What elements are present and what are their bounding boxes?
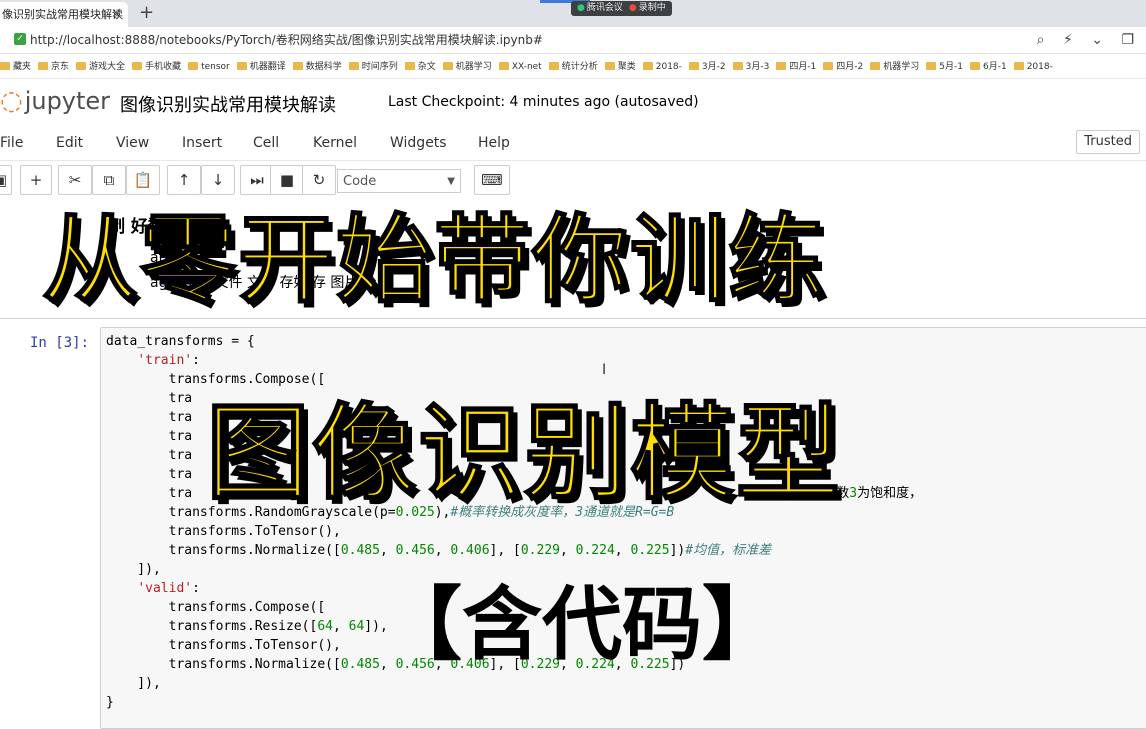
- bookmark-item[interactable]: 四月-2: [823, 55, 863, 78]
- meeting-status-icon: ●: [577, 3, 585, 13]
- save-icon[interactable]: ▣: [0, 165, 12, 195]
- folder-icon: [0, 62, 10, 70]
- url-text[interactable]: http://localhost:8888/notebooks/PyTorch/…: [30, 27, 543, 53]
- recording-icon: ●: [628, 3, 637, 13]
- trusted-indicator[interactable]: Trusted: [1076, 130, 1140, 154]
- bookmarks-bar: 藏夹 京东 游戏大全 手机收藏 tensor 机器翻译 数据科学 时间序列 杂文 机器学习 XX-n…: [0, 54, 1146, 79]
- folder-icon: [132, 62, 143, 70]
- folder-icon: [38, 62, 49, 70]
- folder-icon: [732, 62, 743, 70]
- new-tab-button[interactable]: +: [139, 0, 154, 26]
- menubar: File Edit View Insert Cell Kernel Widget…: [0, 128, 1146, 158]
- tab-title: 像识别实战常用模块解读: [2, 8, 123, 21]
- folder-icon: [823, 62, 834, 70]
- bookmark-item[interactable]: 杂文: [404, 55, 436, 78]
- code-line: data_transforms = {: [106, 334, 255, 349]
- browser-tab-bar: 像识别实战常用模块解读 ✕ + ● 腾讯会议 ● 录制中: [0, 0, 1146, 27]
- folder-icon: [642, 62, 653, 70]
- folder-icon: [604, 62, 615, 70]
- folder-icon: [442, 62, 453, 70]
- bookmark-item[interactable]: 统计分析: [548, 55, 598, 78]
- bookmark-item[interactable]: 藏夹: [0, 55, 31, 78]
- close-tab-icon[interactable]: ✕: [111, 2, 122, 27]
- site-security-icon[interactable]: ✓: [14, 33, 26, 45]
- menu-view[interactable]: View: [116, 128, 149, 158]
- zoom-icon[interactable]: ⌕: [1037, 32, 1045, 48]
- jupyter-logo[interactable]: ◌jupyter: [0, 86, 110, 116]
- code-line: transforms.Normalize([0.485, 0.456, 0.40…: [106, 543, 772, 558]
- bookmark-item[interactable]: 游戏大全: [76, 55, 125, 78]
- menu-file[interactable]: File: [0, 128, 23, 158]
- address-bar-actions: ⌕ ⚡ ⌄ ❐: [1023, 27, 1134, 53]
- code-line: transforms.Resize([64, 64]),: [106, 619, 388, 634]
- folder-icon: [76, 62, 87, 70]
- code-line: tra: [106, 429, 193, 444]
- menu-kernel[interactable]: Kernel: [313, 128, 357, 158]
- folder-icon: [1013, 62, 1024, 70]
- notebook-title[interactable]: 图像识别实战常用模块解读: [120, 91, 336, 117]
- bookmark-item[interactable]: 2018-: [642, 55, 682, 78]
- bookmark-item[interactable]: 2018-: [1013, 55, 1053, 78]
- code-line: tra: [106, 410, 193, 425]
- menu-insert[interactable]: Insert: [182, 128, 222, 158]
- folder-icon: [926, 62, 937, 70]
- folder-icon: [292, 62, 303, 70]
- bookmark-item[interactable]: 时间序列: [348, 55, 398, 78]
- bookmark-item[interactable]: 京东: [38, 55, 69, 78]
- code-line: tra: [106, 448, 193, 463]
- browser-tab[interactable]: 像识别实战常用模块解读 ✕: [0, 2, 128, 27]
- lightning-icon[interactable]: ⚡: [1063, 32, 1073, 48]
- code-line: 'train':: [137, 353, 200, 368]
- chevron-down-icon[interactable]: ⌄: [1091, 32, 1103, 48]
- bookmark-item[interactable]: 聚类: [604, 55, 636, 78]
- bookmark-item[interactable]: 手机收藏: [132, 55, 181, 78]
- code-line: tra: [106, 467, 193, 482]
- bookmark-item[interactable]: XX-net: [498, 55, 542, 78]
- bookmark-item[interactable]: 四月-1: [776, 55, 816, 78]
- jupyter-header: ◌jupyter 图像识别实战常用模块解读 Last Checkpoint: 4…: [0, 80, 1146, 128]
- code-line: ]),: [106, 676, 161, 691]
- meeting-indicator[interactable]: ● 腾讯会议 ● 录制中: [571, 1, 672, 16]
- code-line: 'valid':: [137, 581, 200, 596]
- address-bar[interactable]: ✓ http://localhost:8888/notebooks/PyTorc…: [0, 27, 1146, 54]
- menu-widgets[interactable]: Widgets: [390, 128, 447, 158]
- code-line: tra: [106, 391, 193, 406]
- bookmark-item[interactable]: 3月-3: [732, 55, 769, 78]
- folder-icon: [688, 62, 699, 70]
- folder-icon: [870, 62, 881, 70]
- bookmark-item[interactable]: 数据科学: [292, 55, 342, 78]
- menu-help[interactable]: Help: [478, 128, 510, 158]
- folder-icon: [970, 62, 980, 70]
- folder-icon: [776, 62, 787, 70]
- bookmark-item[interactable]: 机器翻译: [236, 55, 286, 78]
- code-line: ]),: [106, 562, 161, 577]
- menu-cell[interactable]: Cell: [253, 128, 279, 158]
- overlay-banner-line2: 图像识别模型: [205, 391, 843, 515]
- bookmark-item[interactable]: 机器学习: [870, 55, 919, 78]
- bookmark-item[interactable]: 6月-1: [970, 55, 1007, 78]
- code-line: transforms.Compose([: [106, 600, 326, 615]
- folder-icon: [348, 62, 359, 70]
- folder-icon: [236, 62, 247, 70]
- overlay-banner-line3: 【含代码】: [382, 578, 782, 671]
- code-line: transforms.ToTensor(),: [106, 524, 341, 539]
- bookmark-item[interactable]: 机器学习: [442, 55, 492, 78]
- code-line: }: [106, 695, 114, 710]
- bookmark-item[interactable]: 3月-2: [688, 55, 726, 78]
- checkpoint-status: Last Checkpoint: 4 minutes ago (autosave…: [388, 94, 699, 110]
- code-line: transforms.ToTensor(),: [106, 638, 341, 653]
- menu-edit[interactable]: Edit: [56, 128, 83, 158]
- bookmark-item[interactable]: tensor: [188, 55, 230, 78]
- menu-divider: [0, 160, 1146, 161]
- overlay-banner-line1: 从零开始带你训练: [41, 203, 826, 317]
- bookmark-item[interactable]: 5月-1: [926, 55, 963, 78]
- folder-icon: [498, 62, 509, 70]
- folder-icon: [188, 62, 199, 70]
- folder-icon: [548, 62, 559, 70]
- input-prompt: In [3]:: [30, 335, 90, 351]
- folder-icon: [404, 62, 415, 70]
- window-icon[interactable]: ❐: [1121, 32, 1134, 48]
